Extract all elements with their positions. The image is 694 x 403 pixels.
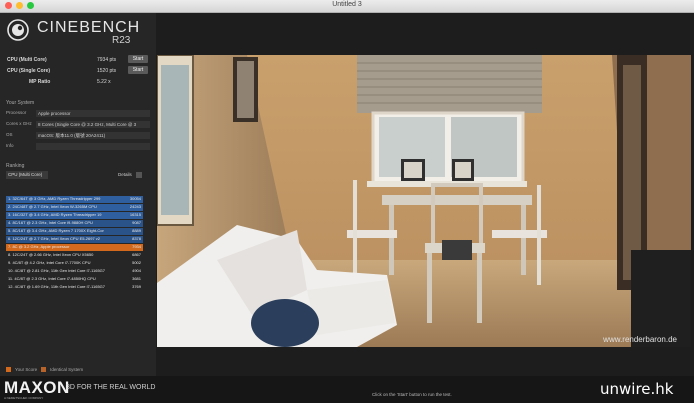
ranking-row[interactable]: 3. 16C/32T @ 3.4 GHz, AMD Ryzen Threadri… — [6, 212, 143, 219]
window-title: Untitled 3 — [332, 1, 362, 8]
ranking-row[interactable]: 5. 8C/16T @ 3.4 GHz, AMD Ryzen 7 1700X E… — [6, 228, 143, 235]
legend-identical: Identical System — [50, 367, 84, 372]
score-row-multi: CPU (Multi Core) 7934 pts Start — [7, 55, 148, 64]
ranking-score: 4904 — [132, 268, 141, 273]
system-field: Processor Apple processor — [6, 109, 150, 117]
legend-your-score: Your Score — [15, 367, 38, 372]
details-toggle[interactable] — [136, 172, 142, 178]
ranking-score: 3681 — [132, 276, 141, 281]
ranking-row[interactable]: 6. 12C/24T @ 2.7 GHz, Intel Xeon CPU E5-… — [6, 236, 143, 243]
footer: MAXON A NEMETSCHEK COMPANY 3D FOR THE RE… — [0, 376, 694, 403]
ranking-score: 24243 — [129, 204, 141, 209]
start-hint: Click on the 'Start' button to run the t… — [372, 392, 452, 397]
score-label: MP Ratio — [29, 79, 51, 85]
field-value: Apple processor — [36, 110, 150, 117]
ranking-score: 30054 — [129, 196, 141, 201]
ranking-row[interactable]: 1. 32C/64T @ 3 GHz, AMD Ryzen Threadripp… — [6, 196, 143, 203]
score-row-single: CPU (Single Core) 1520 pts Start — [7, 66, 148, 75]
score-value: 7934 pts — [97, 57, 117, 63]
ranking-score: 3769 — [132, 284, 141, 289]
cinebench-logo-icon — [7, 19, 29, 41]
start-single-button[interactable]: Start — [128, 66, 148, 74]
field-value — [36, 143, 150, 150]
details-label: Details — [118, 172, 132, 177]
field-key: OS — [6, 132, 13, 137]
legend: Your Score Identical System — [6, 367, 83, 372]
ranking-row[interactable]: 12. 4C/8T @ 1.69 GHz, 11th Gen Intel Cor… — [6, 284, 143, 291]
ranking-section-title: Ranking — [6, 163, 25, 169]
system-field: Cores x GHz 8 Cores (Single Core @ 3.2 G… — [6, 120, 150, 128]
ranking-desc: 7. 8C @ 3.2 GHz, Apple processor — [8, 244, 70, 249]
field-value: 8 Cores (Single Core @ 3.2 GHz, Multi Co… — [36, 121, 150, 128]
maxon-sub: A NEMETSCHEK COMPANY — [4, 396, 44, 400]
score-label: CPU (Multi Core) — [7, 57, 47, 63]
system-section-title: Your System — [6, 100, 35, 106]
ranking-score: 8378 — [132, 236, 141, 241]
ranking-row[interactable]: 8. 12C/24T @ 2.66 GHz, Intel Xeon CPU X5… — [6, 252, 143, 259]
ranking-score: 9087 — [132, 220, 141, 225]
system-field: Info — [6, 142, 150, 150]
ranking-desc: 5. 8C/16T @ 3.4 GHz, AMD Ryzen 7 1700X E… — [8, 228, 104, 233]
ranking-desc: 8. 12C/24T @ 2.66 GHz, Intel Xeon CPU X5… — [8, 252, 94, 257]
ranking-desc: 1. 32C/64T @ 3 GHz, AMD Ryzen Threadripp… — [8, 196, 101, 201]
sidebar: CINEBENCH R23 CPU (Multi Core) 7934 pts … — [0, 13, 156, 390]
your-score-swatch — [6, 367, 11, 372]
ranking-desc: 6. 12C/24T @ 2.7 GHz, Intel Xeon CPU E5-… — [8, 236, 101, 241]
field-value: macOS: 版本11.0 (版號 20A2411) — [36, 132, 150, 139]
ranking-row[interactable]: 4. 8C/16T @ 2.3 GHz, Intel Core i9-9880H… — [6, 220, 143, 227]
score-value: 1520 pts — [97, 68, 117, 74]
ranking-desc: 2. 24C/48T @ 2.7 GHz, Intel Xeon W-3265M… — [8, 204, 97, 209]
ranking-desc: 11. 4C/8T @ 2.3 GHz, Intel Core i7-4850H… — [8, 276, 96, 281]
tagline: 3D FOR THE REAL WORLD — [66, 384, 156, 391]
score-label: CPU (Single Core) — [7, 68, 51, 74]
maxon-logo: MAXON — [4, 378, 70, 397]
field-key: Processor — [6, 110, 27, 115]
render-watermark: www.renderbaron.de — [602, 335, 677, 344]
ranking-desc: 10. 4C/8T @ 2.81 GHz, 11th Gen Intel Cor… — [8, 268, 106, 273]
ranking-score: 16315 — [129, 212, 141, 217]
ranking-desc: 9. 4C/8T @ 4.2 GHz, Intel Core i7-7700K … — [8, 260, 91, 265]
ranking-selector[interactable]: CPU (Multi Core) — [6, 171, 48, 179]
start-multi-button[interactable]: Start — [128, 55, 148, 63]
ranking-score: 7934 — [132, 244, 141, 249]
score-row-ratio: MP Ratio 5.22 x — [7, 77, 147, 86]
ranking-desc: 3. 16C/32T @ 3.4 GHz, AMD Ryzen Threadri… — [8, 212, 102, 217]
score-value: 5.22 x — [97, 79, 111, 85]
ranking-row[interactable]: 9. 4C/8T @ 4.2 GHz, Intel Core i7-7700K … — [6, 260, 143, 267]
render-viewport: www.renderbaron.de — [157, 55, 691, 347]
ranking-row[interactable]: 2. 24C/48T @ 2.7 GHz, Intel Xeon W-3265M… — [6, 204, 143, 211]
window-titlebar: Untitled 3 — [0, 0, 694, 13]
ranking-desc: 4. 8C/16T @ 2.3 GHz, Intel Core i9-9880H… — [8, 220, 93, 225]
ranking-row[interactable]: 7. 8C @ 3.2 GHz, Apple processor 7934 — [6, 244, 143, 251]
app-version: R23 — [112, 35, 131, 46]
field-key: Cores x GHz — [6, 121, 32, 126]
ranking-row[interactable]: 11. 4C/8T @ 2.3 GHz, Intel Core i7-4850H… — [6, 276, 143, 283]
ranking-score: 5002 — [132, 260, 141, 265]
ranking-desc: 12. 4C/8T @ 1.69 GHz, 11th Gen Intel Cor… — [8, 284, 106, 289]
site-watermark: unwire.hk — [600, 380, 674, 398]
identical-swatch — [41, 367, 47, 372]
ranking-row[interactable]: 10. 4C/8T @ 2.81 GHz, 11th Gen Intel Cor… — [6, 268, 143, 275]
ranking-score: 6867 — [132, 252, 141, 257]
ranking-score: 8889 — [132, 228, 141, 233]
field-key: Info — [6, 143, 14, 148]
system-field: OS macOS: 版本11.0 (版號 20A2411) — [6, 131, 150, 139]
